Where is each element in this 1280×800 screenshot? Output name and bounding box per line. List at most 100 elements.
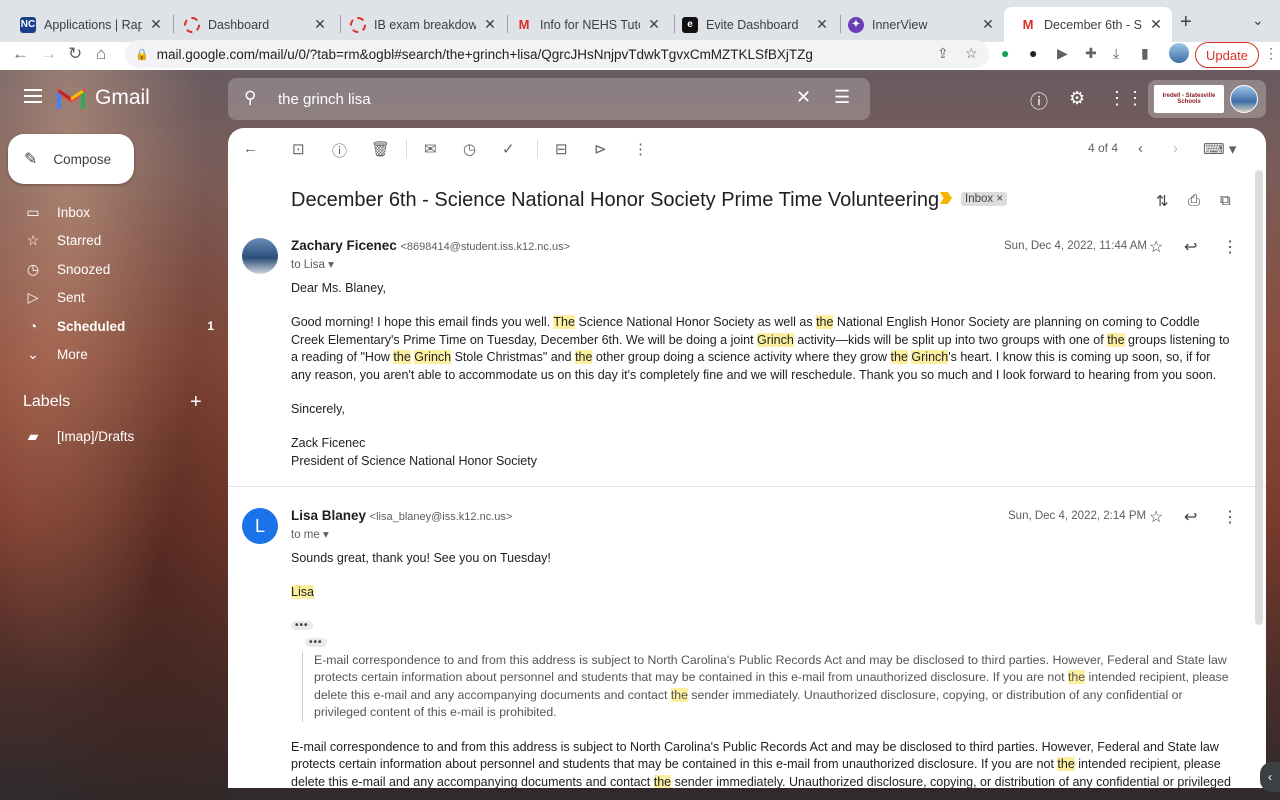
snooze-icon[interactable]: ◷ [463,140,476,158]
reply-icon[interactable]: ↩ [1184,237,1197,257]
older-chevron-icon[interactable]: › [1173,140,1178,157]
side-panel-toggle-icon[interactable]: ‹ [1260,762,1280,792]
star-icon[interactable]: ☆ [1149,507,1163,527]
inbox-label-badge[interactable]: Inbox × [961,192,1008,206]
unread-count: 1 [207,319,214,333]
report-spam-icon[interactable]: ⓘ [332,140,347,161]
compose-button[interactable]: ✎ Compose [8,134,134,184]
badge-text: Inbox [965,193,994,205]
label-icon[interactable]: ⊳ [594,140,607,158]
bookmark-star-icon[interactable]: ☆ [965,45,978,62]
account-avatar[interactable] [1230,85,1258,113]
mark-unread-icon[interactable]: ✉ [424,140,437,158]
scrollbar[interactable] [1255,170,1263,625]
tab-title: December 6th - Scien [1044,17,1142,32]
close-icon[interactable]: ✕ [482,16,498,33]
browser-tab[interactable]: IB exam breakdown a ✕ [334,7,506,42]
more-vert-icon[interactable]: ⋮ [1222,237,1238,257]
tab-title: Applications | RapidId [44,17,142,32]
back-icon[interactable]: ← [12,44,29,64]
recipient-text: to me [291,529,320,541]
browser-tab-active[interactable]: M December 6th - Scien ✕ [1004,7,1172,42]
update-button[interactable]: Update [1195,42,1259,68]
print-icon[interactable]: ⎙ [1188,192,1200,209]
sender-line[interactable]: Lisa Blaney <lisa_blaney@iss.k12.nc.us> [291,508,512,523]
chevron-down-icon[interactable]: ▾ [328,259,334,271]
message-toolbar: ← ⊡ ⓘ 🗑 ✉ ◷ ✓ ⊟ ⊳ ⋮ 4 of 4 ‹ › ⌨ ▾ [228,128,1266,170]
more-vert-icon[interactable]: ⋮ [1222,507,1238,527]
importance-marker-icon[interactable] [940,192,952,204]
search-options-icon[interactable]: ☰ [834,87,850,108]
search-icon[interactable]: ⚲ [244,88,256,108]
labels-heading: Labels [23,393,71,410]
share-icon[interactable]: ⇪ [937,45,949,62]
close-icon[interactable]: ✕ [646,16,662,33]
sidebar-item-starred[interactable]: ☆ Starred [24,229,214,251]
recipient-line[interactable]: to Lisa ▾ [291,257,334,271]
reload-icon[interactable]: ↻ [68,44,82,64]
sidebar-item-scheduled[interactable]: ◔ Scheduled 1 [24,315,214,337]
gmail-logo[interactable]: Gmail [57,86,150,110]
star-icon[interactable]: ☆ [1149,237,1163,257]
new-tab-button[interactable]: + [1180,11,1192,34]
label-tag-icon: ▰ [27,427,39,444]
browser-tab[interactable]: M Info for NEHS Tutoring ✕ [500,7,670,42]
browser-tab[interactable]: NC Applications | RapidId ✕ [4,7,172,42]
show-trimmed-content-button[interactable]: ••• [305,638,327,648]
add-label-icon[interactable]: + [190,391,202,414]
extension-icon[interactable]: ● [1029,45,1037,61]
add-task-icon[interactable]: ✓ [502,140,515,158]
sender-avatar[interactable]: L [242,508,278,544]
sidebar-item-imap-drafts[interactable]: ▰ [Imap]/Drafts [24,425,214,447]
home-icon[interactable]: ⌂ [96,44,106,64]
sidebar-item-more[interactable]: ⌄ More [24,343,214,365]
recipient-line[interactable]: to me ▾ [291,527,329,541]
input-tools-icon[interactable]: ⌨ ▾ [1203,140,1236,158]
close-icon[interactable]: ✕ [148,16,164,33]
archive-icon[interactable]: ⊡ [292,140,305,158]
side-panel-icon[interactable]: ▮ [1141,45,1149,62]
browser-toolbar: ← → ↻ ⌂ 🔒 mail.google.com/mail/u/0/?tab=… [0,40,1280,70]
close-icon[interactable]: ✕ [814,16,830,33]
more-options-icon[interactable]: ⋮ [633,140,648,158]
sender-line[interactable]: Zachary Ficenec <8698414@student.iss.k12… [291,238,570,253]
puzzle-extensions-icon[interactable]: ✚ [1085,45,1097,62]
address-bar[interactable]: 🔒 mail.google.com/mail/u/0/?tab=rm&ogbl#… [125,40,989,68]
back-to-search-icon[interactable]: ← [243,140,258,157]
more-vert-icon[interactable]: ⋮ [1264,45,1278,62]
move-to-icon[interactable]: ⊟ [555,140,568,158]
settings-gear-icon[interactable]: ⚙ [1069,88,1085,109]
forward-icon[interactable]: → [40,44,57,64]
apps-grid-icon[interactable]: ⋮⋮ [1108,88,1144,109]
main-menu-icon[interactable] [24,89,42,103]
search-input[interactable]: the grinch lisa [278,91,371,108]
collapse-all-icon[interactable]: ⇅ [1156,192,1169,210]
delete-icon[interactable]: 🗑 [371,140,390,158]
sidebar-item-snoozed[interactable]: ◷ Snoozed [24,258,214,280]
newer-chevron-icon[interactable]: ‹ [1138,140,1143,157]
sender-avatar[interactable] [242,238,278,274]
reply-icon[interactable]: ↩ [1184,507,1197,527]
help-icon[interactable]: ⓘ [1030,88,1048,114]
download-icon[interactable]: ⤓ [1113,45,1119,62]
close-icon[interactable]: ✕ [1148,16,1164,33]
evite-favicon-icon: e [682,16,698,33]
sidebar-item-sent[interactable]: ▷ Sent [24,286,214,308]
close-icon[interactable]: ✕ [980,16,996,33]
sidebar-item-inbox[interactable]: ▭ Inbox [24,201,214,223]
clear-search-icon[interactable]: ✕ [796,87,811,108]
tab-search-chevron-icon[interactable]: ⌄ [1252,12,1264,29]
show-trimmed-content-button[interactable]: ••• [291,620,313,630]
browser-tab[interactable]: e Evite Dashboard ✕ [666,7,838,42]
profile-avatar[interactable] [1169,43,1189,63]
message-text: Sounds great, thank you! See you on Tues… [291,551,551,565]
tab-title: Info for NEHS Tutoring [540,17,640,32]
grammarly-extension-icon[interactable]: ● [1001,45,1009,61]
open-new-window-icon[interactable]: ⧉ [1220,192,1231,209]
extension-icon[interactable]: ▶ [1057,45,1068,62]
close-icon[interactable]: ✕ [312,16,328,33]
browser-tab[interactable]: ✦ InnerView ✕ [832,7,1004,42]
browser-tab[interactable]: Dashboard ✕ [168,7,336,42]
mail-search-bar[interactable]: ⚲ the grinch lisa ✕ ☰ [228,78,870,120]
chevron-down-icon[interactable]: ▾ [323,529,329,541]
